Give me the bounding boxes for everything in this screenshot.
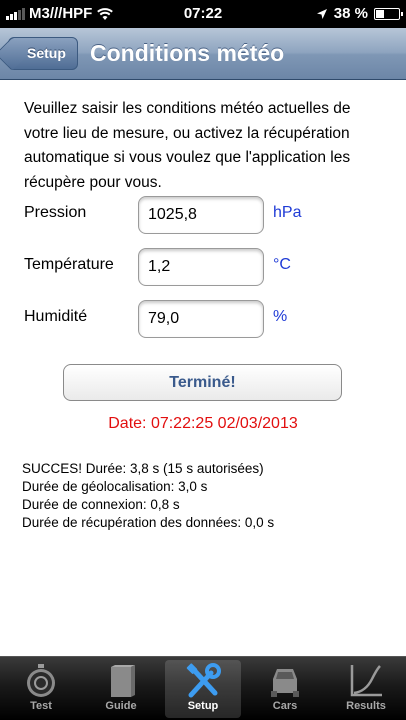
status-right: 38 % bbox=[316, 5, 403, 22]
battery-percent: 38 % bbox=[333, 5, 368, 22]
battery-icon bbox=[374, 7, 403, 20]
tools-icon bbox=[186, 663, 221, 698]
tab-bar: Test Guide Setup Cars Results bbox=[0, 656, 406, 720]
tab-label: Setup bbox=[187, 700, 219, 712]
tab-guide[interactable]: Guide bbox=[83, 660, 159, 718]
book-icon bbox=[111, 665, 135, 697]
tab-setup[interactable]: Setup bbox=[165, 660, 241, 718]
tab-test[interactable]: Test bbox=[3, 660, 79, 718]
done-button[interactable]: Terminé! bbox=[63, 364, 342, 401]
humidity-unit: % bbox=[273, 308, 288, 325]
result-log: SUCCES! Durée: 3,8 s (15 s autorisées) D… bbox=[22, 460, 274, 532]
navigation-bar: Setup Conditions météo bbox=[0, 28, 406, 80]
page-title: Conditions météo bbox=[90, 40, 285, 66]
pressure-unit: hPa bbox=[273, 204, 302, 221]
tab-label: Test bbox=[30, 700, 52, 712]
log-line: Durée de connexion: 0,8 s bbox=[22, 497, 180, 512]
pressure-input[interactable]: 1025,8 bbox=[138, 196, 264, 234]
temperature-label: Température bbox=[24, 256, 114, 273]
log-line: Durée de récupération des données: 0,0 s bbox=[22, 515, 275, 530]
humidity-input[interactable]: 79,0 bbox=[138, 300, 264, 338]
pressure-label: Pression bbox=[24, 204, 87, 221]
intro-text: Veuillez saisir les conditions météo act… bbox=[24, 100, 351, 191]
tab-results[interactable]: Results bbox=[328, 660, 404, 718]
temperature-input[interactable]: 1,2 bbox=[138, 248, 264, 286]
back-button[interactable]: Setup bbox=[8, 37, 78, 70]
tab-cars[interactable]: Cars bbox=[247, 660, 323, 718]
car-icon bbox=[271, 669, 299, 697]
tab-label: Cars bbox=[272, 700, 298, 712]
tab-label: Results bbox=[346, 700, 386, 712]
tab-label: Guide bbox=[105, 700, 137, 712]
chart-icon bbox=[350, 665, 382, 697]
status-bar: M3///HPF 07:22 38 % bbox=[0, 0, 406, 28]
humidity-label: Humidité bbox=[24, 308, 88, 325]
date-text: Date: 07:22:25 02/03/2013 bbox=[108, 415, 298, 432]
log-line: SUCCES! Durée: 3,8 s (15 s autorisées) bbox=[22, 461, 264, 476]
location-arrow-icon bbox=[316, 8, 327, 19]
stopwatch-icon bbox=[27, 664, 55, 697]
temperature-unit: °C bbox=[273, 256, 291, 273]
log-line: Durée de géolocalisation: 3,0 s bbox=[22, 479, 208, 494]
